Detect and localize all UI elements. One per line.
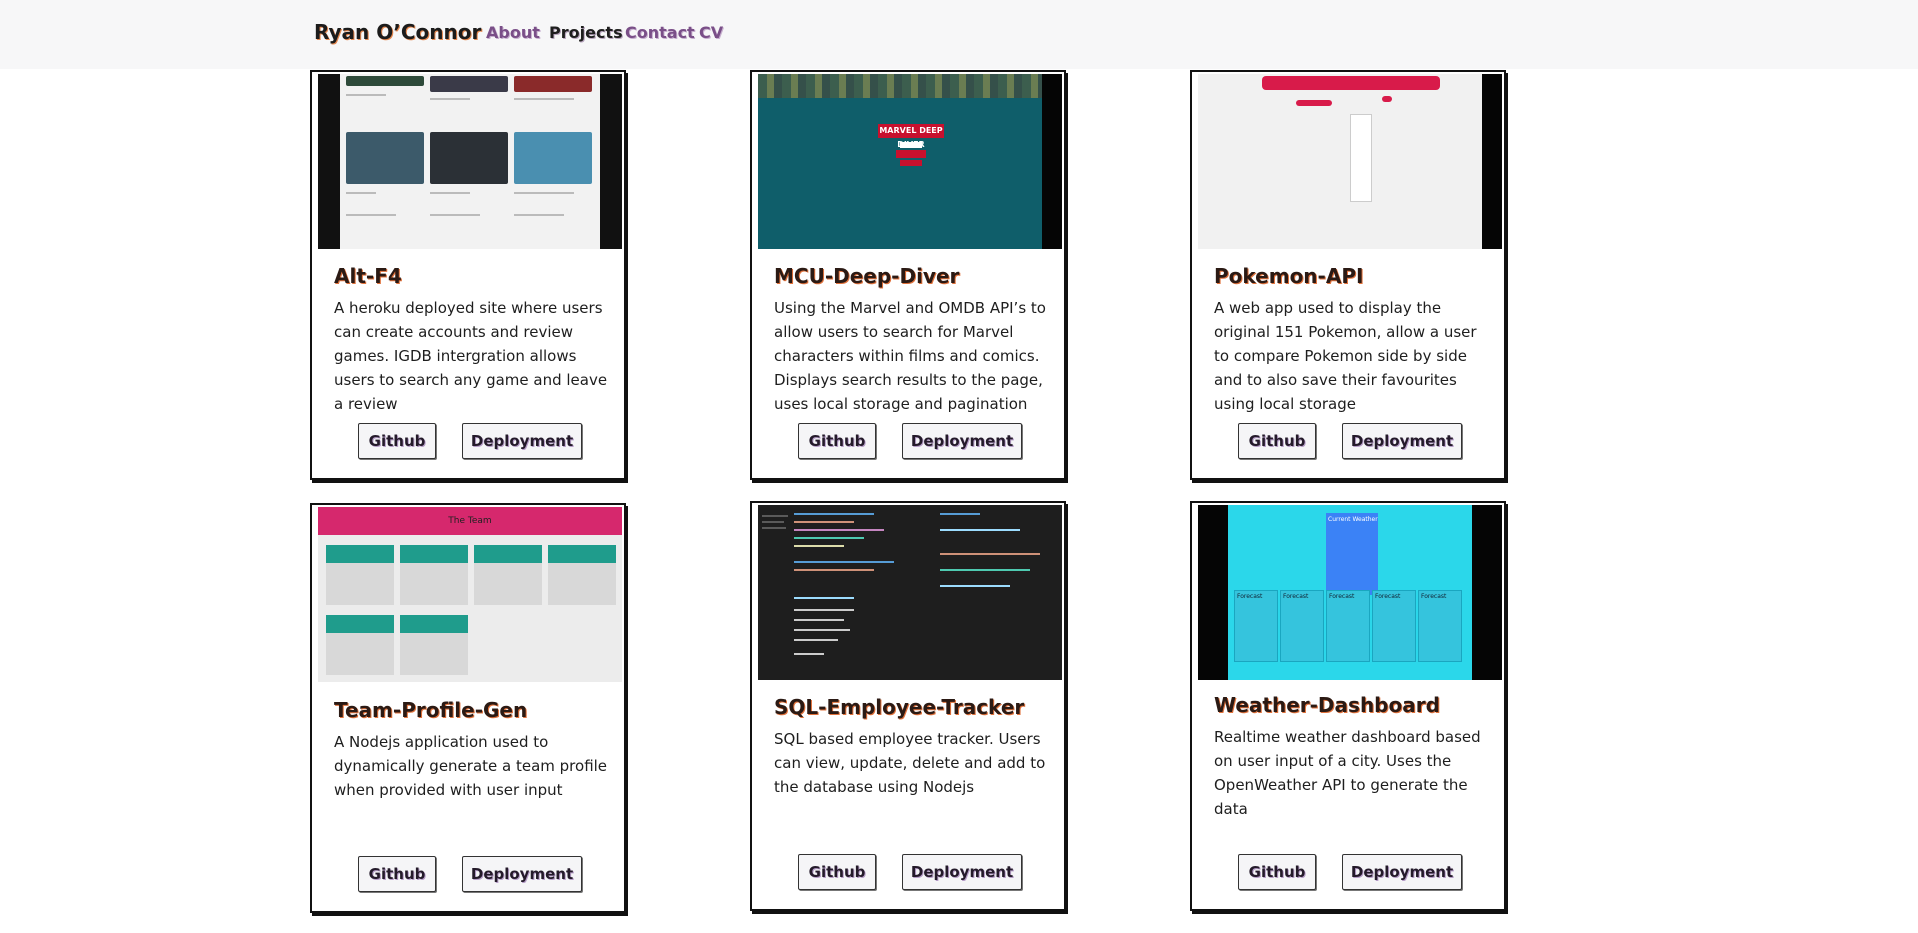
github-button[interactable]: Github bbox=[358, 423, 436, 459]
github-button[interactable]: Github bbox=[1238, 854, 1316, 890]
deployment-button[interactable]: Deployment bbox=[1342, 854, 1462, 890]
thumb-forecast-text: Forecast bbox=[1421, 593, 1447, 600]
github-button[interactable]: Github bbox=[798, 423, 876, 459]
github-button[interactable]: Github bbox=[798, 854, 876, 890]
project-description: Using the Marvel and OMDB API’s to allow… bbox=[774, 299, 1046, 413]
thumb-current-weather-text: Current Weather bbox=[1328, 516, 1378, 523]
project-description: A heroku deployed site where users can c… bbox=[334, 299, 608, 413]
project-thumbnail: The Team bbox=[318, 507, 622, 682]
project-title: Weather-Dashboard bbox=[1214, 693, 1440, 717]
nav-link-projects[interactable]: Projects bbox=[549, 23, 623, 42]
project-card-mcu-deep-diver: MARVEL DEEP DIVER MCU-Deep-Diver Using t… bbox=[750, 70, 1066, 480]
top-navbar: Ryan O’Connor About Projects Contact CV bbox=[0, 0, 1918, 69]
nav-link-contact[interactable]: Contact bbox=[625, 23, 695, 42]
project-description: SQL based employee tracker. Users can vi… bbox=[774, 730, 1046, 796]
project-description: A Nodejs application used to dynamically… bbox=[334, 733, 608, 799]
github-button[interactable]: Github bbox=[1238, 423, 1316, 459]
project-title: MCU-Deep-Diver bbox=[774, 264, 960, 288]
project-description: Realtime weather dashboard based on user… bbox=[1214, 728, 1481, 818]
deployment-button[interactable]: Deployment bbox=[902, 423, 1022, 459]
thumb-logo-text: MARVEL DEEP DIVER bbox=[878, 124, 944, 149]
thumb-forecast-text: Forecast bbox=[1375, 593, 1401, 600]
project-card-pokemon-api: Pokemon-API A web app used to display th… bbox=[1190, 70, 1506, 480]
project-thumbnail bbox=[1198, 74, 1502, 249]
brand-name[interactable]: Ryan O’Connor bbox=[314, 20, 481, 44]
project-card-team-profile-gen: The Team Team-Profile-Gen A Nodejs appli… bbox=[310, 503, 626, 913]
project-card-sql-employee-tracker: SQL-Employee-Tracker SQL based employee … bbox=[750, 501, 1066, 911]
project-title: Pokemon-API bbox=[1214, 264, 1364, 288]
deployment-button[interactable]: Deployment bbox=[462, 423, 582, 459]
project-card-alt-f4: Alt-F4 A heroku deployed site where user… bbox=[310, 70, 626, 480]
thumb-forecast-text: Forecast bbox=[1329, 593, 1355, 600]
project-description: A web app used to display the original 1… bbox=[1214, 299, 1477, 413]
thumb-forecast-text: Forecast bbox=[1283, 593, 1309, 600]
deployment-button[interactable]: Deployment bbox=[902, 854, 1022, 890]
nav-link-cv[interactable]: CV bbox=[699, 23, 723, 42]
deployment-button[interactable]: Deployment bbox=[462, 856, 582, 892]
project-thumbnail: MARVEL DEEP DIVER bbox=[758, 74, 1062, 249]
project-title: Team-Profile-Gen bbox=[334, 698, 528, 722]
thumb-header-text: The Team bbox=[318, 507, 622, 535]
project-thumbnail: Current Weather Forecast Forecast Foreca… bbox=[1198, 505, 1502, 680]
project-card-weather-dashboard: Current Weather Forecast Forecast Foreca… bbox=[1190, 501, 1506, 911]
project-thumbnail bbox=[758, 505, 1062, 680]
nav-link-about[interactable]: About bbox=[486, 23, 540, 42]
project-title: SQL-Employee-Tracker bbox=[774, 695, 1025, 719]
github-button[interactable]: Github bbox=[358, 856, 436, 892]
project-title: Alt-F4 bbox=[334, 264, 402, 288]
project-thumbnail bbox=[318, 74, 622, 249]
deployment-button[interactable]: Deployment bbox=[1342, 423, 1462, 459]
thumb-forecast-text: Forecast bbox=[1237, 593, 1263, 600]
